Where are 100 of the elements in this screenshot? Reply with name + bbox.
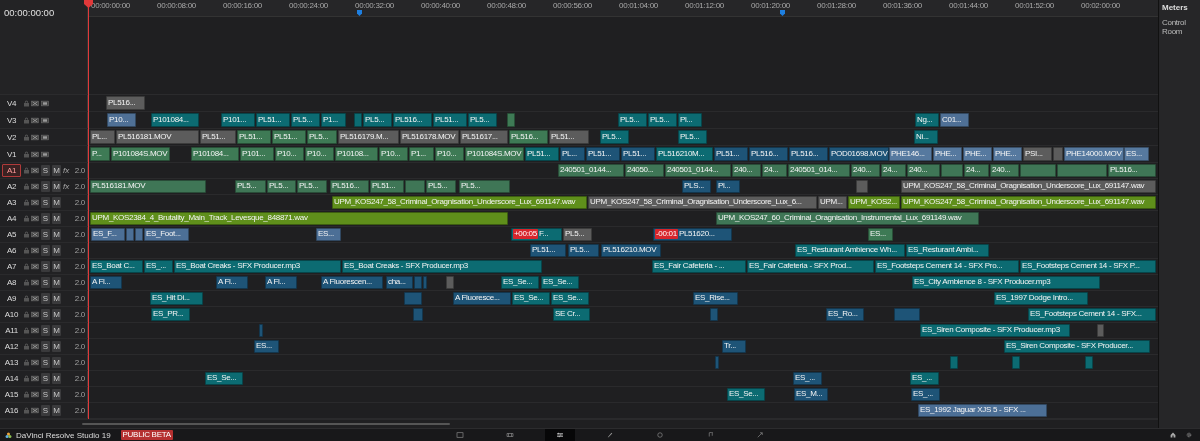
- lock-icon[interactable]: [24, 263, 29, 270]
- auto-select-icon[interactable]: [31, 279, 39, 286]
- timeline-clip[interactable]: PL...: [560, 147, 585, 161]
- timeline-clip[interactable]: C01...: [940, 113, 969, 127]
- timeline-clip[interactable]: ES_Foot...: [144, 228, 189, 241]
- timeline-clip[interactable]: 240...: [851, 164, 880, 177]
- timeline-clip[interactable]: PL...: [90, 130, 115, 144]
- mute-button[interactable]: M: [52, 165, 61, 176]
- auto-select-icon[interactable]: [31, 199, 39, 206]
- timeline-clip[interactable]: [715, 356, 719, 369]
- timeline-clip[interactable]: PL5...: [600, 130, 629, 144]
- time-ruler[interactable]: 00:00:00:00 00:00:08:00 00:00:16:00 00:00:24:00 00:00:32:00 00:00:40:00 00:00:48:00 00:00:56:00 00:01:04:00 00:01:12:00 00:01:20:00 00:01:28:00 00:01:36:00 00:01:44:00 00:01:52:00 00:02:00:00: [88, 0, 1158, 17]
- timeline-clip[interactable]: Pl...: [716, 180, 740, 193]
- monitor-icon[interactable]: [41, 116, 49, 124]
- timeline-clip[interactable]: UPM_KOS247_58_Criminal_Oragnisation_Underscore_Lux_691147.wav: [901, 180, 1156, 193]
- timeline-clip[interactable]: PL516210M...: [656, 147, 713, 161]
- timeline-clip[interactable]: ES_City Ambience 8 - SFX Producer.mp3: [912, 276, 1100, 289]
- timeline-clip[interactable]: ES_Footsteps Cement 14 - SFX P...: [1020, 260, 1156, 273]
- timeline-clip[interactable]: PL51...: [621, 147, 655, 161]
- lock-icon[interactable]: [24, 407, 29, 414]
- timeline-clip[interactable]: UPM_KOS247_58_Criminal_Oragnisation_Underscore_Lux_691147.wav: [332, 196, 587, 209]
- mute-button[interactable]: M: [52, 405, 61, 416]
- timeline-clip[interactable]: PHE...: [963, 147, 992, 161]
- timeline-clip[interactable]: ES_Boat Creaks - SFX Producer.mp3: [342, 260, 542, 273]
- timeline-clip[interactable]: [414, 276, 422, 289]
- auto-select-icon[interactable]: [31, 231, 39, 238]
- timeline-clip[interactable]: [1097, 324, 1104, 337]
- solo-button[interactable]: S: [41, 197, 50, 208]
- auto-select-icon[interactable]: [31, 263, 39, 270]
- timeline-clip[interactable]: PL51...: [370, 180, 404, 193]
- track-name[interactable]: A11: [2, 324, 21, 337]
- track-name[interactable]: A9: [2, 292, 21, 305]
- timeline-clip[interactable]: PL5...: [459, 180, 510, 193]
- solo-button[interactable]: S: [41, 261, 50, 272]
- timeline-clip[interactable]: A Fluoresce...: [453, 292, 511, 305]
- timeline-clip[interactable]: UPM_KOS247_58_Criminal_Oragnisation_Underscore_Lux_6...: [588, 196, 817, 209]
- lock-icon[interactable]: [24, 199, 29, 206]
- timeline-clip[interactable]: 240501_0144...: [558, 164, 624, 177]
- timeline-clip[interactable]: PL51...: [714, 147, 748, 161]
- timeline-clip[interactable]: [710, 308, 718, 321]
- timeline-clip[interactable]: ES_Footsteps Cement 14 - SFX Pro...: [875, 260, 1019, 273]
- timeline-clip[interactable]: PHE...: [993, 147, 1022, 161]
- solo-button[interactable]: S: [41, 181, 50, 192]
- timeline-clip[interactable]: UPM_KOS247_60_Criminal_Oragnisation_Instrumental_Lux_691149.wav: [716, 212, 979, 225]
- solo-button[interactable]: S: [41, 277, 50, 288]
- timeline-clip[interactable]: PL516181.MOV: [116, 130, 199, 144]
- mute-button[interactable]: M: [52, 309, 61, 320]
- timeline-clip[interactable]: ES...: [254, 340, 279, 353]
- auto-select-icon[interactable]: [31, 150, 39, 158]
- timeline-clip[interactable]: ES_Se...: [541, 276, 579, 289]
- timeline-clip[interactable]: 240...: [990, 164, 1019, 177]
- timeline-clip[interactable]: PL51...: [586, 147, 620, 161]
- timeline-clip[interactable]: A Fl...: [265, 276, 297, 289]
- auto-select-icon[interactable]: [31, 311, 39, 318]
- lock-icon[interactable]: [24, 311, 29, 318]
- timeline-clip[interactable]: ES_Boat Creaks - SFX Producer.mp3: [174, 260, 341, 273]
- solo-button[interactable]: S: [41, 357, 50, 368]
- timeline-clip[interactable]: [126, 228, 134, 241]
- timeline-clip[interactable]: PHE14000.MOV: [1064, 147, 1124, 161]
- timeline-clip[interactable]: P1...: [321, 113, 346, 127]
- timeline-clip[interactable]: ES_Footsteps Cement 14 - SFX...: [1028, 308, 1156, 321]
- monitor-icon[interactable]: [41, 133, 49, 141]
- timeline-clip[interactable]: P10...: [305, 147, 334, 161]
- auto-select-icon[interactable]: [31, 247, 39, 254]
- timeline-clip[interactable]: PL5...: [426, 180, 456, 193]
- auto-select-icon[interactable]: [31, 359, 39, 366]
- mute-button[interactable]: M: [52, 261, 61, 272]
- timeline-clip[interactable]: P101084...: [191, 147, 239, 161]
- timeline-clip[interactable]: cha...: [386, 276, 413, 289]
- timeline-clip[interactable]: PL516179.M...: [338, 130, 399, 144]
- lock-icon[interactable]: [24, 231, 29, 238]
- timeline-clip[interactable]: P10...: [107, 113, 136, 127]
- mute-button[interactable]: M: [52, 197, 61, 208]
- timeline-clip[interactable]: [405, 180, 425, 193]
- track-name[interactable]: A8: [2, 276, 21, 289]
- timeline-clip[interactable]: [1057, 164, 1107, 177]
- timeline-clip[interactable]: ES_M...: [794, 388, 828, 401]
- timeline-clip[interactable]: P10...: [379, 147, 408, 161]
- timeline-clip[interactable]: PL5...: [267, 180, 296, 193]
- track-name[interactable]: A13: [2, 356, 21, 369]
- solo-button[interactable]: S: [41, 341, 50, 352]
- timeline-clip[interactable]: PL516...: [330, 180, 369, 193]
- timeline-clip[interactable]: ES_Fair Cafeteria - SFX Prod...: [747, 260, 874, 273]
- timeline-clip[interactable]: [354, 113, 362, 127]
- lock-icon[interactable]: [24, 133, 29, 141]
- lock-icon[interactable]: [24, 167, 29, 174]
- timeline-clip[interactable]: A Fluorescen...: [321, 276, 383, 289]
- timeline-clip[interactable]: ES_Resturant Ambi...: [906, 244, 989, 257]
- timeline-clip[interactable]: ES_1992 Jaguar XJS 5 - SFX ...: [918, 404, 1047, 417]
- marker-icon[interactable]: [780, 10, 785, 16]
- timeline-clip[interactable]: -00:01 PL51620...: [653, 228, 732, 241]
- timeline-clip[interactable]: ES_Se...: [501, 276, 539, 289]
- mute-button[interactable]: M: [52, 389, 61, 400]
- timeline-clip[interactable]: [894, 308, 920, 321]
- timeline-clip[interactable]: ES_Rise...: [693, 292, 738, 305]
- timeline-clip[interactable]: ES...: [316, 228, 341, 241]
- timeline-clip[interactable]: PLS...: [682, 180, 711, 193]
- mute-button[interactable]: M: [52, 277, 61, 288]
- timeline-clip[interactable]: PL516...: [1108, 164, 1156, 177]
- timeline-clip[interactable]: PL51617...: [460, 130, 508, 144]
